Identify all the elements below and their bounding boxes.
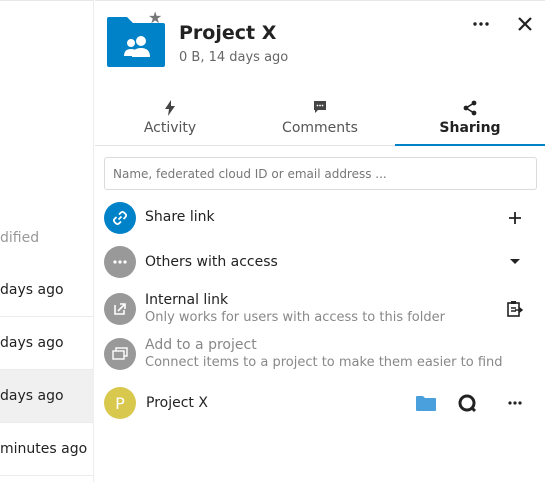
comment-icon	[245, 100, 395, 116]
add-to-project-description: Connect items to a project to make them …	[145, 355, 503, 370]
internal-link-label: Internal link	[145, 292, 229, 308]
file-row-selected[interactable]: days ago	[0, 370, 94, 423]
add-to-project-label: Add to a project	[145, 337, 257, 353]
file-subtitle: 0 B, 14 days ago	[179, 50, 289, 65]
project-avatar: P	[104, 387, 136, 419]
tab-label: Sharing	[439, 120, 501, 136]
project-more-button[interactable]	[501, 389, 529, 417]
more-options-button[interactable]	[467, 10, 495, 38]
file-row[interactable]: days ago	[0, 317, 94, 370]
expand-others-button[interactable]	[501, 248, 529, 276]
tab-comments[interactable]: Comments	[245, 98, 395, 146]
project-talk-button[interactable]	[453, 389, 481, 417]
project-name[interactable]: Project X	[146, 395, 208, 411]
add-share-link-button[interactable]	[501, 204, 529, 232]
divider	[0, 0, 94, 1]
sidebar-tabs: Activity Comments Sharing	[95, 98, 545, 146]
folder-icon	[416, 396, 436, 411]
project-icon	[104, 338, 136, 370]
more-icon	[473, 22, 489, 26]
close-icon	[518, 17, 532, 31]
copy-internal-link-button[interactable]	[501, 295, 529, 323]
file-modified: days ago	[0, 282, 64, 298]
favorite-star-icon[interactable]: ★	[148, 10, 162, 26]
file-title: Project X	[179, 22, 277, 44]
project-entry[interactable]: P Project X	[104, 386, 540, 420]
link-icon	[104, 202, 136, 234]
add-to-project-entry[interactable]: Add to a project Connect items to a proj…	[104, 337, 540, 371]
tab-activity[interactable]: Activity	[95, 98, 245, 146]
share-link-label: Share link	[145, 209, 215, 225]
share-search-input[interactable]	[104, 157, 537, 190]
share-link-entry[interactable]: Share link	[104, 202, 540, 234]
activity-icon	[95, 100, 245, 116]
file-list: dified days ago days ago days ago minute…	[0, 0, 94, 482]
talk-icon	[458, 394, 477, 413]
file-modified: days ago	[0, 388, 64, 404]
plus-icon	[509, 212, 521, 224]
others-with-access-entry[interactable]: Others with access	[104, 246, 540, 278]
tab-label: Activity	[143, 120, 197, 136]
divider	[95, 0, 545, 1]
share-icon	[395, 100, 545, 116]
internal-link-description: Only works for users with access to this…	[145, 310, 445, 325]
internal-link-entry[interactable]: Internal link Only works for users with …	[104, 292, 540, 326]
project-folder-button[interactable]	[412, 389, 440, 417]
file-modified: minutes ago	[0, 441, 88, 457]
tab-label: Comments	[282, 120, 358, 136]
modified-column-header[interactable]: dified	[0, 230, 39, 246]
file-row[interactable]: minutes ago	[0, 423, 94, 476]
caret-down-icon	[510, 259, 520, 264]
external-link-icon	[104, 293, 136, 325]
file-modified: days ago	[0, 335, 64, 351]
file-row[interactable]: days ago	[0, 264, 94, 317]
clipboard-icon	[507, 301, 523, 317]
more-icon	[508, 401, 522, 405]
details-sidebar: ★ Project X 0 B, 14 days ago Activity Co…	[95, 0, 545, 482]
tab-sharing[interactable]: Sharing	[395, 98, 545, 146]
close-button[interactable]	[511, 10, 539, 38]
more-icon	[104, 246, 136, 278]
others-with-access-label: Others with access	[145, 254, 278, 270]
